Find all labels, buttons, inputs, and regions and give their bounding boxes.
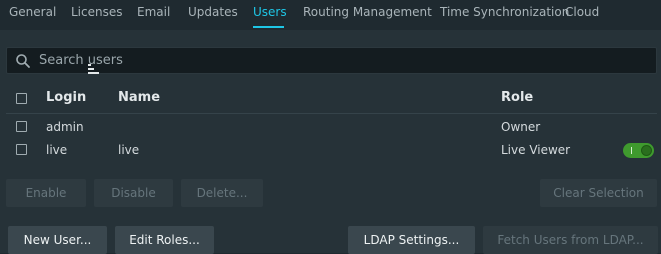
fetch-users-from-ldap-button[interactable]: Fetch Users from LDAP... <box>483 226 658 254</box>
clear-selection-button[interactable]: Clear Selection <box>540 179 657 207</box>
column-header-role[interactable]: Role <box>501 90 533 105</box>
tab-users[interactable]: Users <box>253 5 287 19</box>
sort-ascending-icon[interactable] <box>88 64 100 74</box>
delete-button[interactable]: Delete... <box>181 179 263 207</box>
search-icon <box>16 54 30 68</box>
tab-time-synchronization[interactable]: Time Synchronization <box>440 5 569 19</box>
tab-cloud[interactable]: Cloud <box>565 5 599 19</box>
tab-routing-management[interactable]: Routing Management <box>303 5 432 19</box>
row-role: Live Viewer <box>501 143 571 157</box>
active-tab-indicator <box>253 26 284 28</box>
users-panel: Login Name Role admin Owner live live Li… <box>0 30 661 254</box>
row-checkbox[interactable] <box>16 144 27 155</box>
tab-licenses[interactable]: Licenses <box>71 5 123 19</box>
row-role: Owner <box>501 120 541 134</box>
edit-roles-button[interactable]: Edit Roles... <box>115 226 214 254</box>
column-header-login[interactable]: Login <box>46 90 86 105</box>
enable-button[interactable]: Enable <box>6 179 86 207</box>
row-login: live <box>46 143 68 157</box>
tab-email[interactable]: Email <box>137 5 170 19</box>
tab-updates[interactable]: Updates <box>188 5 238 19</box>
new-user-button[interactable]: New User... <box>8 226 107 254</box>
row-name: live <box>118 143 140 157</box>
select-all-checkbox[interactable] <box>16 93 27 104</box>
search-input[interactable] <box>39 48 639 73</box>
row-checkbox[interactable] <box>16 121 27 132</box>
ldap-settings-button[interactable]: LDAP Settings... <box>348 226 475 254</box>
tab-general[interactable]: General <box>9 5 56 19</box>
user-enabled-toggle[interactable] <box>623 143 654 158</box>
column-header-name[interactable]: Name <box>118 90 160 105</box>
row-login: admin <box>46 120 84 134</box>
search-box[interactable] <box>6 47 657 74</box>
settings-tab-bar: General Licenses Email Updates Users Rou… <box>0 0 661 30</box>
disable-button[interactable]: Disable <box>94 179 173 207</box>
toggle-on-mark-icon <box>631 147 632 154</box>
toggle-knob <box>641 145 652 156</box>
header-divider <box>6 113 657 114</box>
